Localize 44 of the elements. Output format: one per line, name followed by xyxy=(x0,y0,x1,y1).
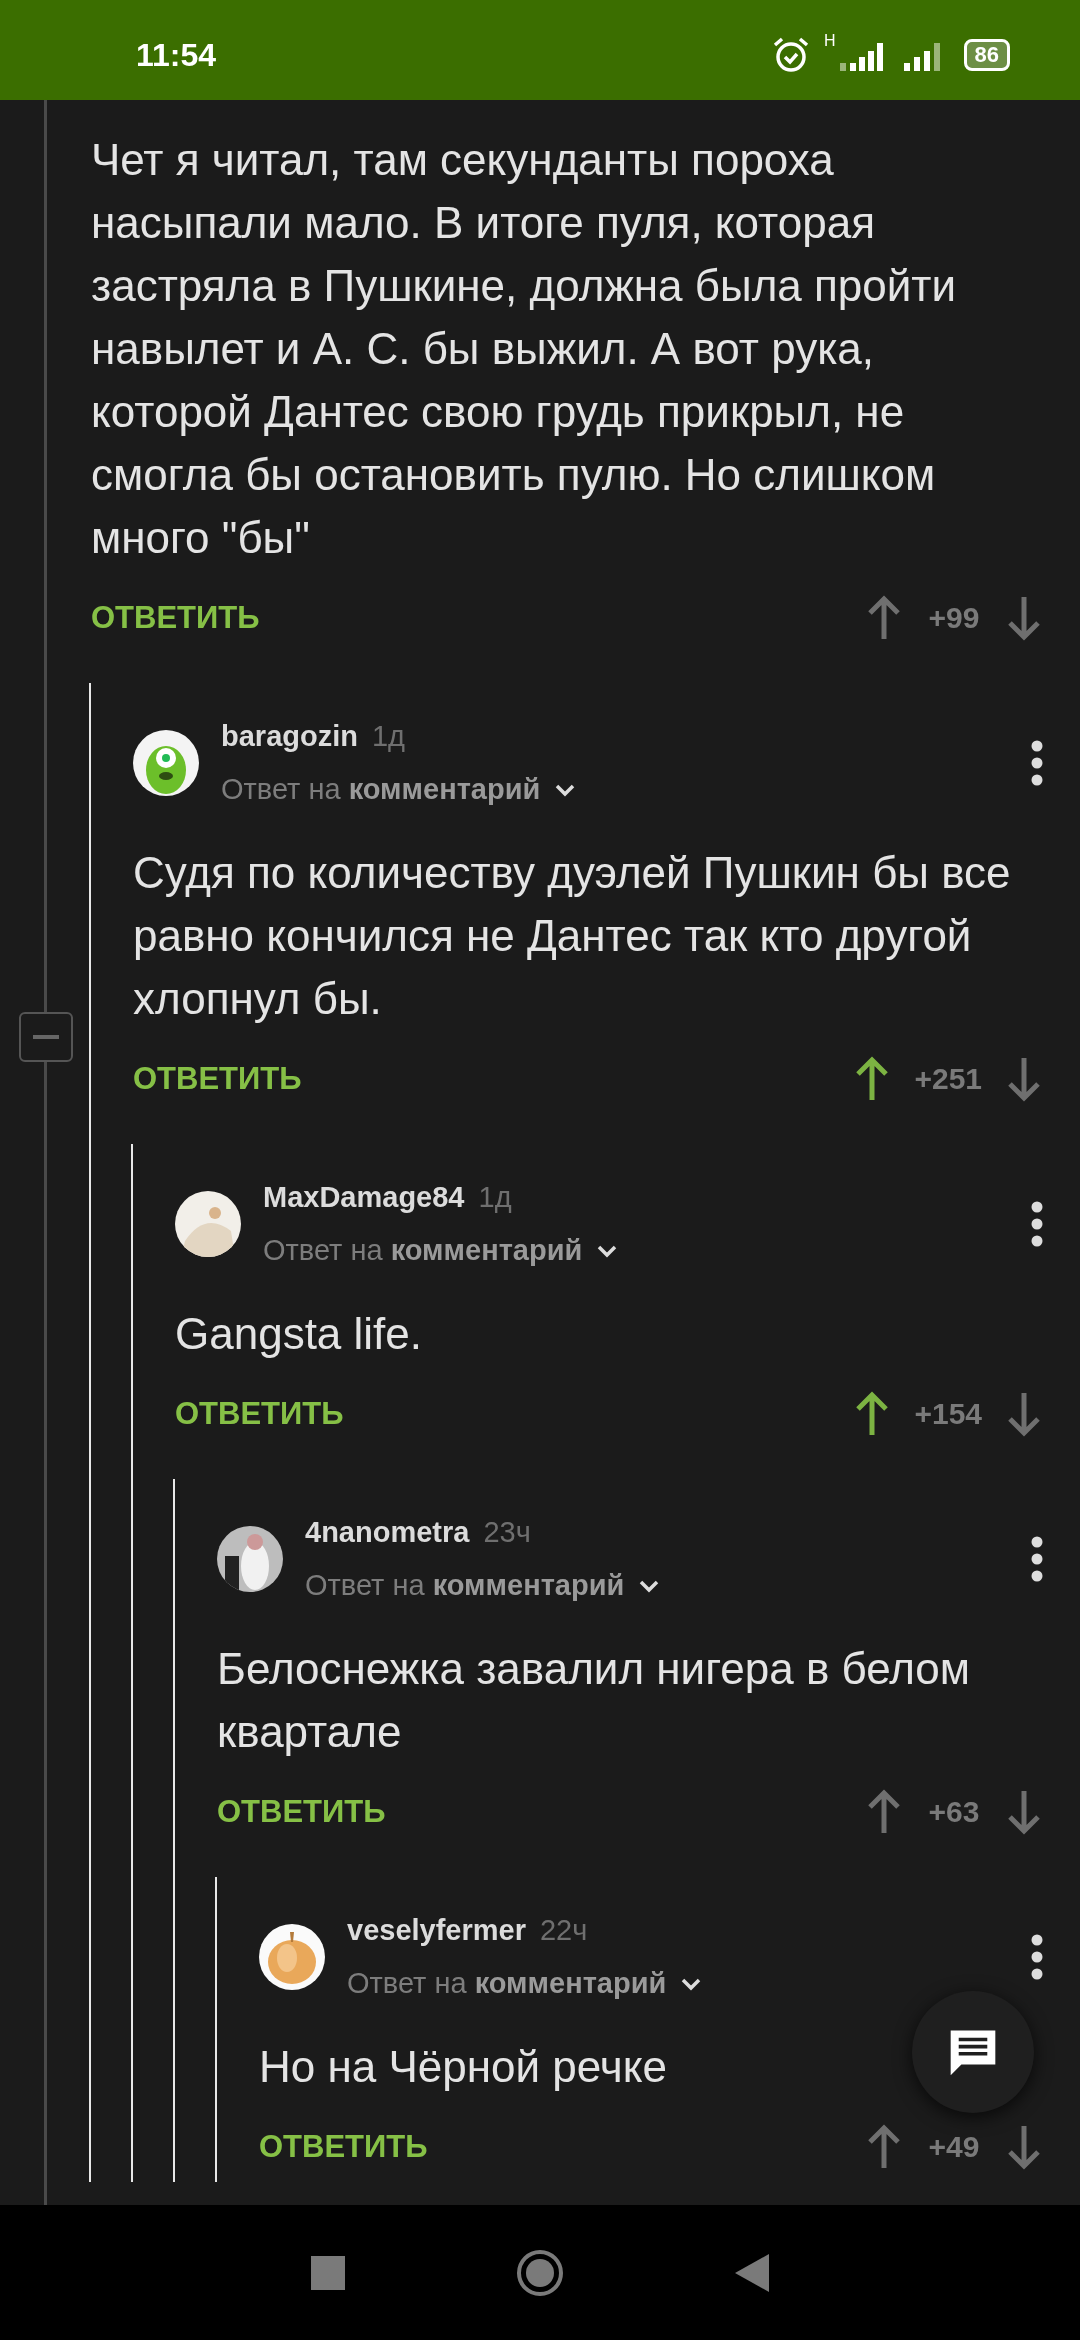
reply-to-link[interactable]: Ответ на комментарий xyxy=(263,1234,583,1267)
vote-count: +49 xyxy=(927,2130,981,2164)
comment-text: Но на Чёрной речке xyxy=(259,2041,668,2093)
vote-count: +251 xyxy=(914,1062,982,1096)
network-type: H xyxy=(823,32,836,50)
more-icon[interactable] xyxy=(1030,1201,1044,1247)
comment-author[interactable]: 4nanometra xyxy=(305,1516,470,1549)
comment-text: Судя по количеству дуэлей Пушкин бы все равно кончился не Дантес так кто другой хлопнул бы. xyxy=(133,847,1012,1025)
comment-author[interactable]: baragozin xyxy=(221,720,358,753)
chevron-down-icon[interactable] xyxy=(680,1976,703,1991)
reply-button[interactable]: ОТВЕТИТЬ xyxy=(91,600,260,636)
battery-level: 86 xyxy=(963,39,1010,71)
more-icon[interactable] xyxy=(1030,1536,1044,1582)
reply-button[interactable]: ОТВЕТИТЬ xyxy=(133,1061,302,1097)
comment-time: 23ч xyxy=(483,1516,531,1549)
recents-button[interactable] xyxy=(311,2255,345,2290)
collapse-button[interactable] xyxy=(19,1012,73,1062)
comment-text: Gangsta life. xyxy=(175,1308,424,1360)
comment-text: Чет я читал, там секунданты пороха насыпали мало. В итоге пуля, которая застряла в Пушкине, должна была пройти навылет и А. С. бы выжил. А вот рука, которой Дантес свою грудь прикрыл, не смогла бы остановить пулю. Но слишком много "бы" xyxy=(91,134,958,564)
back-button[interactable] xyxy=(735,2253,769,2292)
chevron-down-icon[interactable] xyxy=(554,782,577,797)
chevron-down-icon[interactable] xyxy=(596,1243,619,1258)
vote-count: +63 xyxy=(927,1795,981,1829)
comment-time: 22ч xyxy=(540,1914,588,1947)
more-icon[interactable] xyxy=(1030,740,1044,786)
reply-to-link[interactable]: Ответ на комментарий xyxy=(305,1569,625,1602)
alarm-icon xyxy=(771,36,810,74)
comment-time: 1д xyxy=(371,720,406,753)
reply-to-link[interactable]: Ответ на комментарий xyxy=(347,1967,667,2000)
home-button[interactable] xyxy=(515,2247,565,2298)
vote-count: +99 xyxy=(927,601,981,635)
chevron-down-icon[interactable] xyxy=(638,1578,661,1593)
comment-time: 1д xyxy=(478,1181,512,1214)
vote-count: +154 xyxy=(914,1397,982,1431)
more-icon[interactable] xyxy=(1030,1934,1044,1980)
comment-author[interactable]: veselyfermer xyxy=(347,1914,526,1947)
reply-button[interactable]: ОТВЕТИТЬ xyxy=(175,1396,344,1432)
reply-button[interactable]: ОТВЕТИТЬ xyxy=(217,1794,386,1830)
status-time: 11:54 xyxy=(136,35,218,74)
minus-icon xyxy=(33,1035,59,1039)
reply-to-link[interactable]: Ответ на комментарий xyxy=(221,773,541,806)
comment-author[interactable]: MaxDamage84 xyxy=(263,1181,465,1214)
comment-text: Белоснежка завалил нигера в белом квартале xyxy=(217,1643,972,1758)
reply-button[interactable]: ОТВЕТИТЬ xyxy=(259,2129,428,2165)
